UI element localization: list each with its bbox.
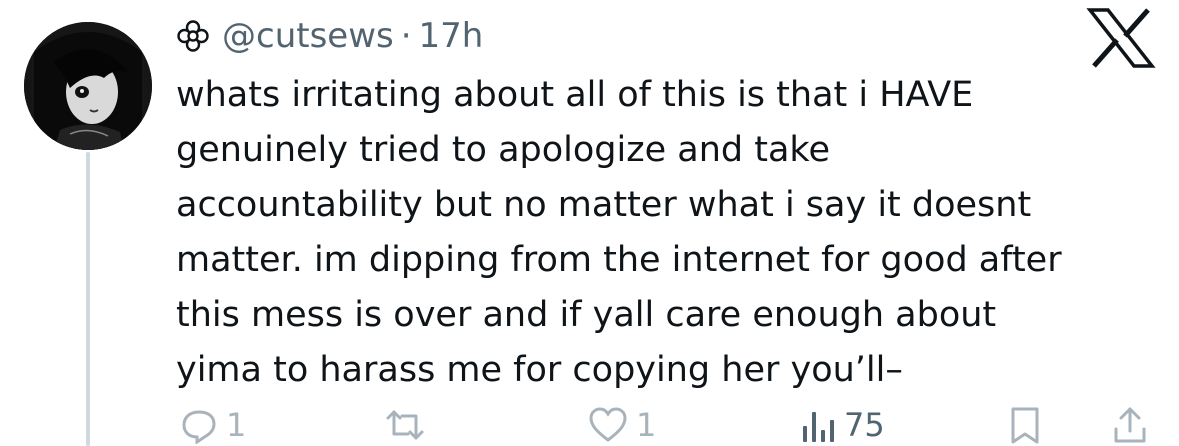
- thread-connector-line: [86, 152, 90, 446]
- views-chart-icon: [803, 412, 834, 442]
- tweet-text-line: accountability but no matter what i say …: [176, 185, 1032, 225]
- tweet-actions: 1 1 75: [176, 404, 1166, 446]
- reply-count: 1: [226, 406, 247, 444]
- tweet-text-line: yima to harass me for copying her you’ll…: [176, 350, 903, 390]
- avatar[interactable]: [24, 22, 152, 150]
- tweet-text-line: matter. im dipping from the internet for…: [176, 240, 1062, 280]
- heart-icon: [589, 407, 627, 442]
- share-button[interactable]: [1112, 404, 1148, 446]
- views-button[interactable]: 75: [800, 404, 885, 446]
- tweet-text-line: whats irritating about all of this is th…: [176, 75, 974, 115]
- like-count: 1: [636, 406, 657, 444]
- retweet-button[interactable]: [384, 404, 434, 446]
- view-count: 75: [844, 406, 885, 444]
- share-icon: [1114, 407, 1146, 443]
- tweet-header: @cutsews · 17h: [176, 12, 483, 60]
- tweet: @cutsews · 17h whats irritating about al…: [0, 0, 1179, 446]
- retweet-icon: [386, 410, 424, 440]
- bookmark-icon: [1011, 407, 1039, 444]
- bookmark-button[interactable]: [1008, 404, 1042, 446]
- reply-icon: [182, 410, 216, 444]
- like-button[interactable]: 1: [588, 404, 656, 446]
- header-separator: ·: [400, 16, 412, 56]
- user-handle[interactable]: @cutsews: [222, 16, 394, 56]
- reply-button[interactable]: 1: [180, 404, 246, 446]
- tweet-timestamp[interactable]: 17h: [419, 16, 484, 56]
- tweet-text: whats irritating about all of this is th…: [176, 68, 1166, 398]
- tweet-text-line: this mess is over and if yall care enoug…: [176, 295, 997, 335]
- x-logo-icon: [1086, 6, 1156, 70]
- tweet-text-line: genuinely tried to apologize and take: [176, 130, 830, 170]
- flower-icon: [176, 18, 212, 54]
